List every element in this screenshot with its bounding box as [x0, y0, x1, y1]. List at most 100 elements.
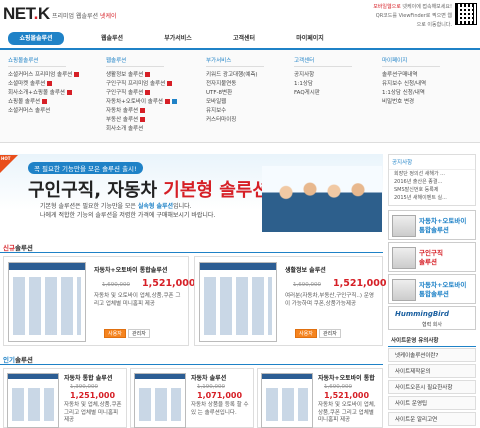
notice-item[interactable]: 회장단 정의선 새해가 ...	[389, 170, 475, 178]
product-card[interactable]: 자동차 통합 솔루션 1,390,000 1,251,000 자동차 및 업체,…	[3, 368, 127, 428]
gnb-shopping-solution[interactable]: 쇼핑몰솔루션	[8, 32, 64, 45]
banner-desc: 기본형 솔루션은 필요한 기능만을 모은 실속형 솔루션입니다. 나에게 적합한…	[40, 202, 215, 220]
product-thumb	[134, 373, 186, 428]
admin-demo-button[interactable]: 관리자	[319, 329, 341, 338]
new-badge-icon	[74, 72, 80, 77]
product-name[interactable]: 자동차+오토바이 통합솔루션	[94, 265, 167, 274]
section-title-accent: 인기	[3, 356, 15, 364]
side-card-car-moto[interactable]: 자동차+오토바이 통합솔루션	[388, 210, 476, 240]
mega-item[interactable]: 소셜마켓 솔루션	[8, 80, 79, 89]
product-name[interactable]: 자동차+오토바이 통합	[318, 373, 375, 382]
product-card[interactable]: 생활정보 솔루션 1,690,000 1,521,000 여러분(자동차,부동산…	[194, 256, 387, 346]
product-name[interactable]: 자동차 통합 솔루션	[64, 373, 112, 382]
gnb-customer-center[interactable]: 고객센터	[224, 32, 264, 45]
mega-item[interactable]: 자동차+오토바이 솔루션	[106, 98, 177, 107]
mega-item[interactable]: 커스터마이징	[206, 116, 264, 125]
notice-item[interactable]: 2015년 새해이벤트 실...	[389, 194, 475, 202]
product-name[interactable]: 자동차 솔루션	[191, 373, 226, 382]
mega-item-label: 소셜커머스 솔루션	[8, 108, 51, 114]
mega-item[interactable]: 1:1상담	[294, 80, 352, 89]
banner-desc-text: 기본형 솔루션은 필요한 기능만을 모은	[40, 203, 138, 210]
product-thumb	[7, 373, 59, 428]
global-nav: 쇼핑몰솔루션 웹솔루션 부가서비스 고객센터 마이페이지	[0, 32, 480, 45]
side-card-thumb	[392, 247, 416, 269]
gnb-web-solution[interactable]: 웹솔루션	[92, 32, 132, 45]
product-card[interactable]: 자동차 솔루션 1,190,000 1,071,000 자동차 상품을 등록 할…	[130, 368, 254, 428]
mega-item[interactable]: 소셜커머스 솔루션	[8, 107, 79, 116]
partner-caption: 협력 회사	[422, 322, 442, 328]
side-link[interactable]: 사이트운 알리고연	[388, 412, 476, 426]
side-link[interactable]: 사이트제작문의	[388, 364, 476, 378]
side-card-jobs[interactable]: 구인구직 솔루션	[388, 242, 476, 272]
mega-item[interactable]: 비밀번호 변경	[382, 98, 440, 107]
mega-item-label: 생활정보 솔루션	[106, 72, 144, 78]
user-demo-button[interactable]: 사용자	[104, 329, 126, 338]
section-divider	[0, 364, 383, 365]
side-card-thumb	[392, 215, 416, 237]
mega-item[interactable]: 회사소개+쇼핑몰 솔루션	[8, 89, 79, 98]
promo-banner[interactable]: 꼭 필요한 기능만을 모은 솔루션 출시! 구인구직, 자동차 기본형 솔루션 …	[0, 154, 383, 234]
mega-item[interactable]: 구인구직 솔루션	[106, 89, 177, 98]
tagline-brand: 넷케이	[100, 13, 117, 20]
banner-title-b: 기본형 솔루션	[163, 180, 269, 201]
banner-people-image	[262, 166, 382, 232]
user-demo-button[interactable]: 사용자	[295, 329, 317, 338]
product-card[interactable]: 자동차+오토바이 통합솔루션 1,690,000 1,521,000 자동차 및…	[3, 256, 196, 346]
mega-item[interactable]: 솔루션구매내역	[382, 71, 440, 80]
mega-item[interactable]: 부동산 솔루션	[106, 116, 177, 125]
banner-kicker: 꼭 필요한 기능만을 모은 솔루션 출시!	[28, 162, 143, 174]
mega-item[interactable]: 생활정보 솔루션	[106, 71, 177, 80]
product-name[interactable]: 생활정보 솔루션	[285, 265, 326, 274]
mega-col-shopping: 쇼핑몰솔루션 소셜커머스 프리미엄 솔루션 소셜마켓 솔루션 회사소개+쇼핑몰 …	[8, 56, 80, 116]
mega-item[interactable]: 소셜커머스 프리미엄 솔루션	[8, 71, 80, 80]
notice-item[interactable]: 2016년 출산은 종결...	[389, 178, 475, 186]
gnb-mypage[interactable]: 마이페이지	[290, 32, 330, 45]
mega-item[interactable]: 모바일웹	[206, 98, 264, 107]
mega-item[interactable]: 회사소개 솔루션	[106, 125, 177, 134]
partner-box[interactable]: HummingBird 협력 회사	[388, 306, 476, 330]
new-badge-icon	[167, 81, 173, 86]
qr-caption-sub: QR코드를 ViewFinder로 찍으면 웹 으로 이동합니다.	[375, 13, 452, 28]
notice-item[interactable]: SMS발신번호 등록제	[389, 186, 475, 194]
mega-item[interactable]: 전자지불연동	[206, 80, 264, 89]
site-logo[interactable]: NET.K	[3, 4, 50, 24]
mega-item[interactable]: FAQ게시판	[294, 89, 352, 98]
mega-item[interactable]: 구인구직 프리미엄 솔루션	[106, 80, 177, 89]
new-badge-icon	[145, 72, 151, 77]
tagline: 프리미엄 웹솔루션 넷케이	[52, 11, 117, 20]
popular-section-title: 인기솔루션	[3, 354, 33, 364]
side-link[interactable]: 사이트오픈시 필요한사항	[388, 380, 476, 394]
product-desc: 자동차 및 업체,상품,쿠폰 그리고 업체별 미니홈피 제공	[64, 402, 122, 423]
mega-col-heading: 부가서비스	[206, 56, 264, 67]
mega-item[interactable]: 1:1상담 신청/내역	[382, 89, 440, 98]
mega-item-label: 소셜마켓 솔루션	[8, 81, 46, 87]
new-section-title: 신규솔루션	[3, 242, 33, 252]
mega-item[interactable]: 자동차 솔루션	[106, 107, 177, 116]
mega-col-customer: 고객센터 공지사항 1:1상담 FAQ게시판	[294, 56, 352, 98]
new-badge-icon	[42, 99, 48, 104]
mega-item[interactable]: 키워드 광고대행(예측)	[206, 71, 264, 80]
side-card-title: 구인구직 솔루션	[419, 249, 443, 267]
product-desc: 여러분(자동차,부동산,구인구직..) 운영이 가능하며 쿠폰,상품가능제공	[285, 293, 374, 307]
new-badge-icon	[140, 117, 146, 122]
links-title: 사이트운영 유의사항	[388, 334, 476, 347]
mega-col-mypage: 마이페이지 솔루션구매내역 유지보수 신청/내역 1:1상담 신청/내역 비밀번…	[382, 56, 440, 107]
side-card-title-1: 구인구직	[419, 249, 443, 257]
mega-item-label: 소셜커머스 프리미엄 솔루션	[8, 72, 73, 78]
mega-item[interactable]: UTF-8변환	[206, 89, 264, 98]
new-badge-icon	[145, 90, 151, 95]
side-card-car-moto-2[interactable]: 자동차+오토바이 통합솔루션	[388, 274, 476, 304]
tagline-text: 프리미엄 웹솔루션	[52, 13, 99, 20]
side-link[interactable]: 사이트 운영팁	[388, 396, 476, 410]
mega-item[interactable]: 공지사항	[294, 71, 352, 80]
mega-item-label: 구인구직 프리미엄 솔루션	[106, 81, 166, 87]
side-link[interactable]: 넷케이솔루션이란?	[388, 348, 476, 362]
mega-item[interactable]: 유지보수	[206, 107, 264, 116]
product-card[interactable]: 자동차+오토바이 통합 1,690,000 1,521,000 자동차 및 오토…	[257, 368, 383, 428]
gnb-addon-service[interactable]: 부가서비스	[158, 32, 198, 45]
mega-item-label: 부동산 솔루션	[106, 117, 139, 123]
mega-item[interactable]: 유지보수 신청/내역	[382, 80, 440, 89]
mega-item[interactable]: 쇼핑몰 솔루션	[8, 98, 79, 107]
product-price: 1,521,000	[324, 391, 370, 400]
admin-demo-button[interactable]: 관리자	[128, 329, 150, 338]
